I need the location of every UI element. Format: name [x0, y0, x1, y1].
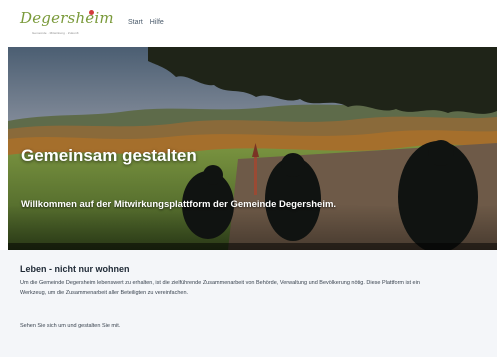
main-nav: Start Hilfe	[128, 19, 164, 26]
page: Degersheim Gemeinde · Mitwirkung · Zukun…	[0, 0, 497, 357]
section-cta-text: Sehen Sie sich um und gestalten Sie mit.	[20, 323, 121, 329]
degersheim-logo[interactable]: Degersheim Gemeinde · Mitwirkung · Zukun…	[20, 9, 114, 39]
logo-tagline: Gemeinde · Mitwirkung · Zukunft	[32, 31, 79, 35]
section-body: Um die Gemeinde Degersheim lebenswert zu…	[20, 280, 420, 296]
site-header: Degersheim Gemeinde · Mitwirkung · Zukun…	[0, 0, 497, 47]
hero-banner: Gemeinsam gestalten Willkommen auf der M…	[8, 47, 497, 250]
logo-wordmark: Degersheim	[20, 9, 114, 27]
section-title: Leben - nicht nur wohnen	[20, 264, 130, 274]
nav-link-start[interactable]: Start	[128, 19, 143, 26]
hero-subtitle: Willkommen auf der Mitwirkungsplattform …	[21, 199, 337, 210]
hero-title: Gemeinsam gestalten	[21, 146, 197, 165]
nav-link-hilfe[interactable]: Hilfe	[150, 19, 164, 26]
logo-dot-icon	[89, 10, 94, 15]
intro-section: Leben - nicht nur wohnen Um die Gemeinde…	[0, 250, 497, 357]
